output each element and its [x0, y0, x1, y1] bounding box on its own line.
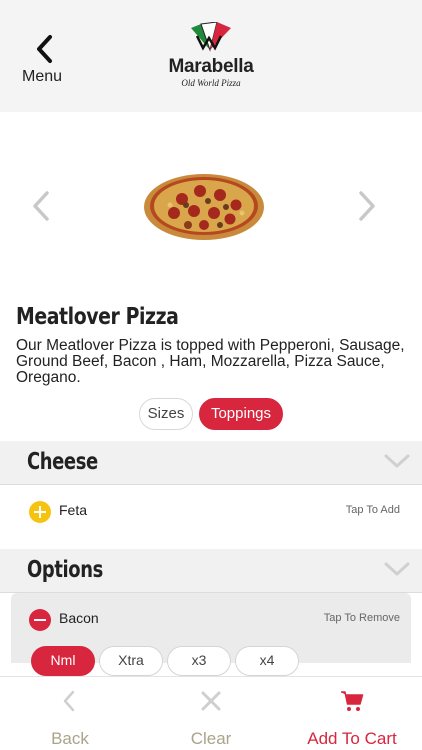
logo-tagline: Old World Pizza: [181, 78, 241, 88]
quantity-normal[interactable]: Nml: [31, 646, 95, 676]
section-title: Cheese: [27, 449, 98, 475]
logo-mark-icon: [191, 22, 231, 52]
back-label: Back: [51, 729, 89, 748]
chevron-left-icon: [37, 35, 52, 63]
chevron-left-icon[interactable]: [30, 190, 52, 222]
cart-icon: [341, 691, 364, 711]
bottom-action-bar: Back Clear Add To Cart: [0, 676, 422, 750]
minus-circle-icon[interactable]: [29, 609, 51, 631]
tab-toppings[interactable]: Toppings: [199, 398, 283, 430]
menu-label: Menu: [21, 68, 63, 85]
topping-row-feta[interactable]: Feta Tap To Add: [0, 484, 422, 540]
topping-label: Bacon: [59, 610, 99, 626]
tab-sizes[interactable]: Sizes: [139, 398, 193, 430]
chevron-left-icon: [63, 690, 75, 712]
clear-button[interactable]: Clear: [141, 677, 281, 750]
product-image-carousel: [0, 112, 422, 302]
section-header-options[interactable]: Options: [0, 549, 422, 593]
add-to-cart-button[interactable]: Add To Cart: [282, 677, 422, 750]
plus-circle-icon[interactable]: [29, 501, 51, 523]
close-icon: [201, 691, 221, 711]
topping-label: Feta: [59, 502, 88, 518]
product-title: Meatlover Pizza: [16, 304, 179, 330]
chevron-down-icon[interactable]: [384, 453, 410, 469]
pizza-image: [144, 174, 264, 240]
add-to-cart-label: Add To Cart: [307, 729, 397, 748]
product-description: Our Meatlover Pizza is topped with Peppe…: [16, 337, 405, 386]
back-button[interactable]: Back: [0, 677, 140, 750]
quantity-x3[interactable]: x3: [167, 646, 231, 676]
tap-to-add-hint[interactable]: Tap To Add: [346, 504, 400, 516]
app-header: Menu Marabella Old World Pizza: [0, 0, 422, 112]
chevron-right-icon[interactable]: [356, 190, 378, 222]
brand-logo: Marabella Old World Pizza: [165, 22, 257, 92]
section-title: Options: [27, 557, 103, 583]
clear-label: Clear: [190, 729, 232, 748]
logo-name: Marabella: [168, 56, 254, 77]
menu-button[interactable]: Menu: [14, 30, 74, 90]
quantity-extra[interactable]: Xtra: [99, 646, 163, 676]
section-header-cheese[interactable]: Cheese: [0, 441, 422, 485]
topping-row-bacon[interactable]: Bacon Tap To Remove: [0, 592, 422, 648]
tap-to-remove-hint[interactable]: Tap To Remove: [324, 612, 400, 624]
quantity-x4[interactable]: x4: [235, 646, 299, 676]
chevron-down-icon[interactable]: [384, 561, 410, 577]
